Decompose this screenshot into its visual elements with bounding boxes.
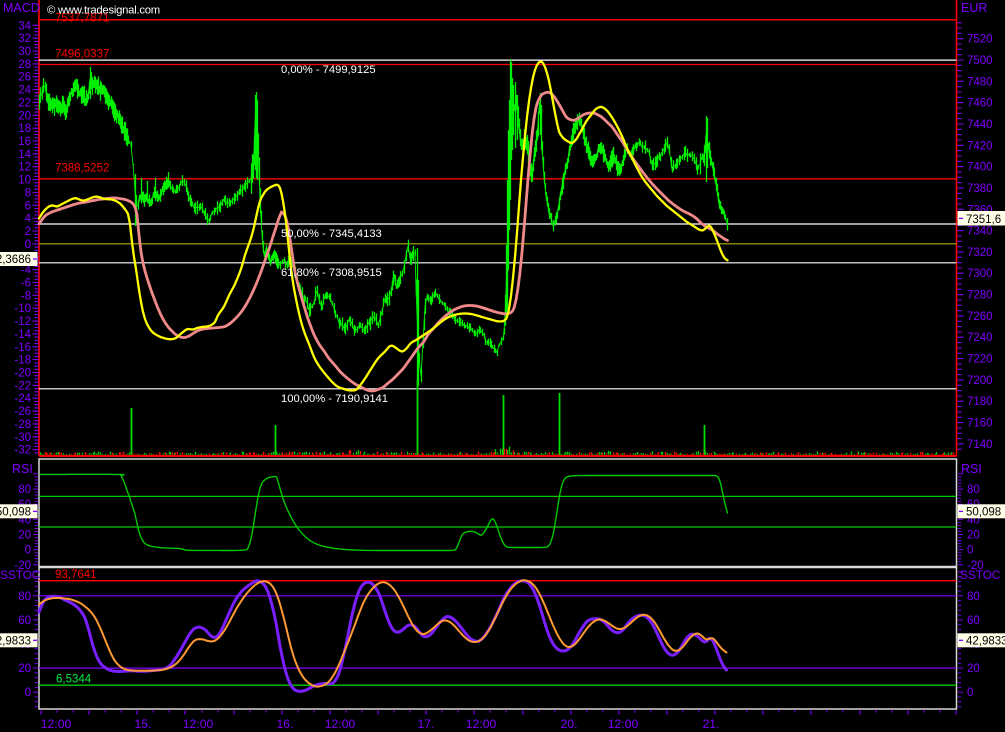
svg-text:-26: -26 bbox=[14, 406, 31, 418]
svg-text:2,9833: 2,9833 bbox=[0, 635, 31, 647]
svg-text:20: 20 bbox=[18, 663, 31, 675]
svg-text:20: 20 bbox=[18, 530, 31, 542]
svg-text:100,00% - 7190,9141: 100,00% - 7190,9141 bbox=[281, 393, 388, 405]
svg-text:0,00% - 7499,9125: 0,00% - 7499,9125 bbox=[281, 64, 376, 76]
svg-text:10: 10 bbox=[18, 175, 31, 187]
svg-text:20: 20 bbox=[18, 110, 31, 122]
svg-text:50,098: 50,098 bbox=[966, 506, 1001, 518]
svg-text:7280: 7280 bbox=[967, 290, 993, 302]
svg-text:-6: -6 bbox=[21, 278, 31, 290]
svg-text:8: 8 bbox=[25, 188, 31, 200]
svg-text:RSI: RSI bbox=[12, 462, 33, 476]
svg-text:21.: 21. bbox=[703, 717, 720, 731]
svg-text:-16: -16 bbox=[14, 342, 31, 354]
svg-text:12:00: 12:00 bbox=[466, 717, 497, 731]
svg-text:7220: 7220 bbox=[967, 354, 993, 366]
svg-text:7380: 7380 bbox=[967, 183, 993, 195]
svg-text:42,9833: 42,9833 bbox=[966, 635, 1005, 647]
svg-text:-12: -12 bbox=[14, 316, 31, 328]
svg-text:20.: 20. bbox=[561, 717, 578, 731]
svg-text:0: 0 bbox=[967, 545, 973, 557]
svg-text:12: 12 bbox=[18, 162, 31, 174]
svg-text:7420: 7420 bbox=[967, 140, 993, 152]
svg-text:50,00% - 7345,4133: 50,00% - 7345,4133 bbox=[281, 228, 382, 240]
svg-text:6,5344: 6,5344 bbox=[56, 674, 92, 686]
svg-text:7496,0337: 7496,0337 bbox=[55, 49, 109, 61]
svg-text:12:00: 12:00 bbox=[608, 717, 639, 731]
svg-text:28: 28 bbox=[18, 59, 31, 71]
svg-text:EUR: EUR bbox=[961, 1, 987, 15]
svg-text:32: 32 bbox=[18, 33, 31, 45]
svg-text:7500: 7500 bbox=[967, 55, 993, 67]
svg-text:80: 80 bbox=[967, 591, 980, 603]
svg-text:7351,6: 7351,6 bbox=[966, 214, 1001, 226]
svg-text:-14: -14 bbox=[14, 329, 31, 341]
svg-text:0: 0 bbox=[25, 687, 31, 699]
svg-text:© www.tradesignal.com: © www.tradesignal.com bbox=[47, 5, 160, 17]
svg-text:20: 20 bbox=[967, 530, 980, 542]
svg-text:MACD: MACD bbox=[3, 1, 40, 15]
svg-text:-24: -24 bbox=[14, 393, 31, 405]
svg-text:7460: 7460 bbox=[967, 98, 993, 110]
svg-text:50,098: 50,098 bbox=[0, 506, 31, 518]
svg-text:14: 14 bbox=[18, 149, 31, 161]
svg-text:34: 34 bbox=[18, 20, 31, 32]
svg-text:7400: 7400 bbox=[967, 162, 993, 174]
svg-text:7260: 7260 bbox=[967, 311, 993, 323]
svg-text:20: 20 bbox=[967, 663, 980, 675]
svg-text:7160: 7160 bbox=[967, 418, 993, 430]
svg-text:12:00: 12:00 bbox=[325, 717, 356, 731]
svg-text:6: 6 bbox=[25, 200, 31, 212]
svg-text:18: 18 bbox=[18, 123, 31, 135]
svg-text:30: 30 bbox=[18, 46, 31, 58]
svg-text:12:00: 12:00 bbox=[183, 717, 214, 731]
svg-text:2: 2 bbox=[25, 226, 31, 238]
svg-text:16: 16 bbox=[18, 136, 31, 148]
svg-text:SSTOC: SSTOC bbox=[0, 568, 41, 582]
svg-text:-20: -20 bbox=[14, 368, 31, 380]
svg-text:7180: 7180 bbox=[967, 396, 993, 408]
svg-text:16.: 16. bbox=[277, 717, 294, 731]
svg-text:15.: 15. bbox=[135, 717, 152, 731]
svg-text:7440: 7440 bbox=[967, 119, 993, 131]
svg-text:-10: -10 bbox=[14, 303, 31, 315]
svg-text:7300: 7300 bbox=[967, 268, 993, 280]
svg-text:60: 60 bbox=[18, 615, 31, 627]
svg-text:80: 80 bbox=[18, 591, 31, 603]
svg-text:-28: -28 bbox=[14, 419, 31, 431]
svg-text:12:00: 12:00 bbox=[41, 717, 72, 731]
svg-text:-18: -18 bbox=[14, 355, 31, 367]
svg-text:0: 0 bbox=[25, 545, 31, 557]
svg-text:7388,5252: 7388,5252 bbox=[55, 163, 109, 175]
svg-text:-32: -32 bbox=[14, 445, 31, 457]
svg-text:7140: 7140 bbox=[967, 439, 993, 451]
svg-text:SSTOC: SSTOC bbox=[960, 568, 1001, 582]
svg-text:2,3686: 2,3686 bbox=[0, 254, 31, 266]
svg-text:80: 80 bbox=[18, 484, 31, 496]
svg-text:-4: -4 bbox=[21, 265, 32, 277]
svg-text:4: 4 bbox=[25, 213, 32, 225]
svg-text:0: 0 bbox=[25, 239, 31, 251]
svg-text:17.: 17. bbox=[418, 717, 435, 731]
svg-text:RSI: RSI bbox=[961, 462, 982, 476]
svg-text:60: 60 bbox=[967, 615, 980, 627]
svg-text:-22: -22 bbox=[14, 380, 31, 392]
svg-text:7200: 7200 bbox=[967, 375, 993, 387]
svg-text:7520: 7520 bbox=[967, 34, 993, 46]
svg-text:0: 0 bbox=[967, 687, 973, 699]
svg-text:61,80% - 7308,9515: 61,80% - 7308,9515 bbox=[281, 267, 382, 279]
svg-text:24: 24 bbox=[18, 85, 31, 97]
svg-text:93,7641: 93,7641 bbox=[55, 569, 97, 581]
svg-text:26: 26 bbox=[18, 72, 31, 84]
svg-text:7340: 7340 bbox=[967, 226, 993, 238]
svg-text:7480: 7480 bbox=[967, 76, 993, 88]
svg-text:7240: 7240 bbox=[967, 332, 993, 344]
svg-text:-8: -8 bbox=[21, 290, 31, 302]
svg-text:80: 80 bbox=[967, 484, 980, 496]
svg-text:7320: 7320 bbox=[967, 247, 993, 259]
svg-text:-30: -30 bbox=[14, 432, 31, 444]
svg-text:22: 22 bbox=[18, 97, 31, 109]
